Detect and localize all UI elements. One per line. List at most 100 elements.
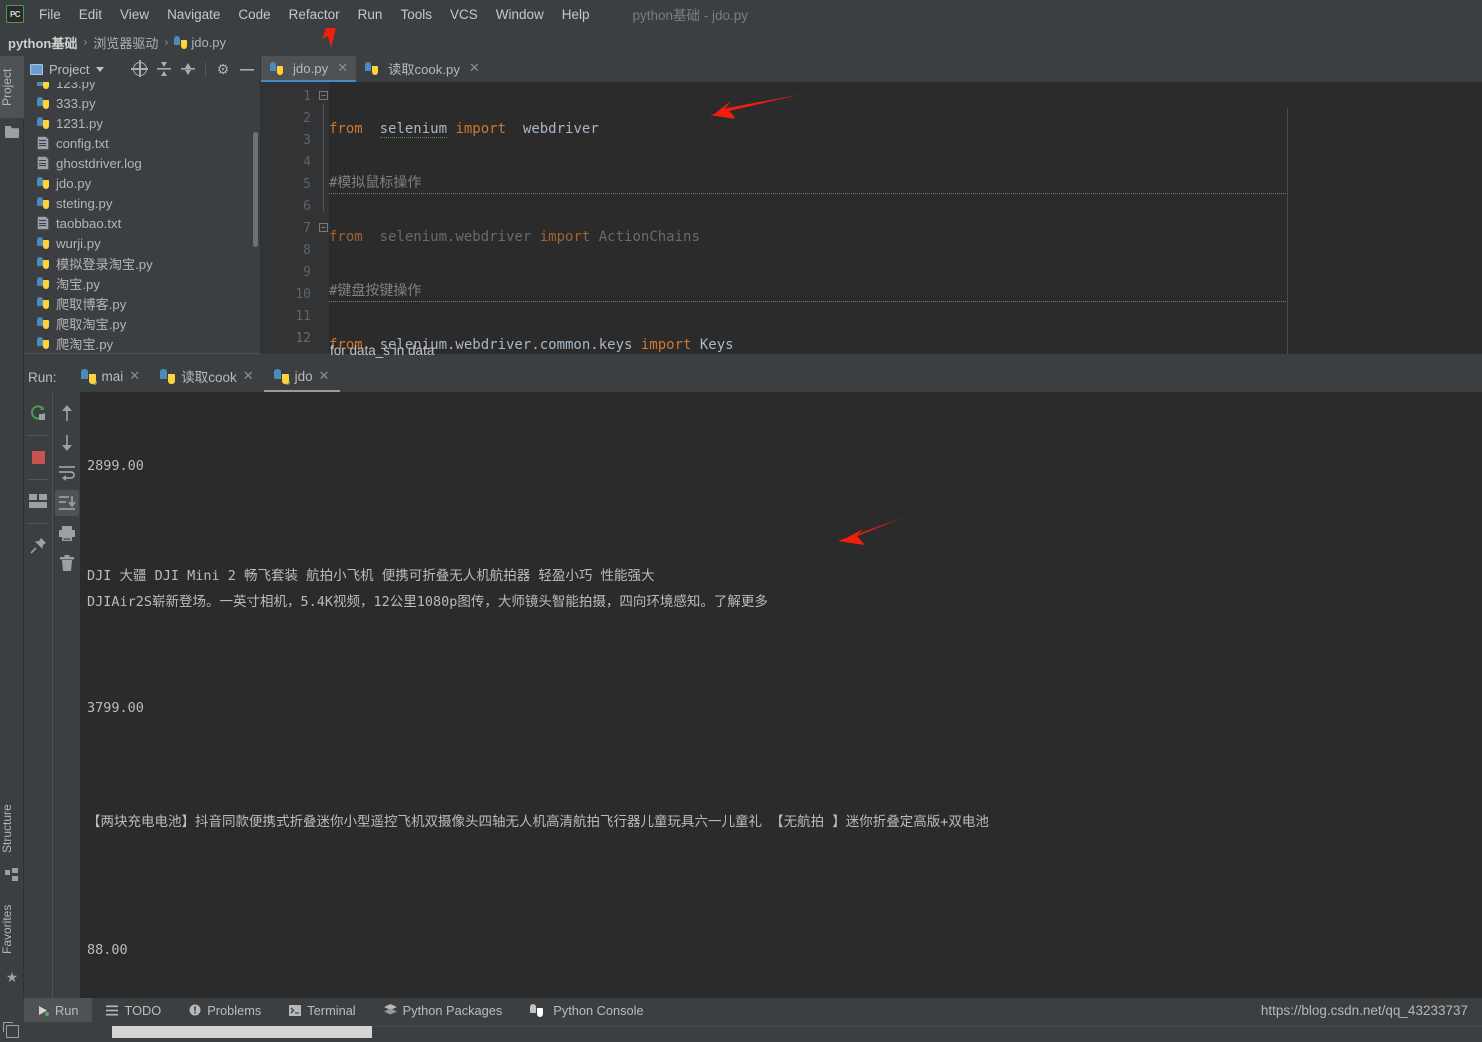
collapse-all-icon[interactable] <box>181 62 195 76</box>
soft-wrap-button[interactable] <box>55 460 79 486</box>
menu-file[interactable]: File <box>30 4 70 25</box>
tree-item-config[interactable]: config.txt <box>24 133 261 153</box>
breadcrumb-file-label: jdo.py <box>191 34 227 50</box>
stop-button[interactable] <box>26 444 50 470</box>
tree-item-label: config.txt <box>56 135 109 151</box>
tree-item-crawl-blog[interactable]: 爬取博客.py <box>24 293 261 313</box>
python-file-icon <box>36 316 50 330</box>
menu-window[interactable]: Window <box>487 4 553 25</box>
locate-icon[interactable] <box>131 60 148 77</box>
print-button[interactable] <box>55 520 79 546</box>
window-restore-icon[interactable] <box>3 1022 19 1038</box>
tree-item-1231[interactable]: 1231.py <box>24 113 261 133</box>
tree-item-wurji[interactable]: wurji.py <box>24 233 261 253</box>
tree-item-simulate-login-taobao[interactable]: 模拟登录淘宝.py <box>24 253 261 273</box>
tree-item-123[interactable]: 123.py <box>24 82 261 93</box>
run-tab-read-cook[interactable]: 读取cook ✕ <box>150 362 263 392</box>
scroll-to-end-button[interactable] <box>54 490 79 516</box>
project-panel-title: Project <box>49 61 90 77</box>
tree-item-333[interactable]: 333.py <box>24 93 261 113</box>
status-tab-terminal[interactable]: Terminal <box>275 998 369 1022</box>
menu-help[interactable]: Help <box>553 4 599 25</box>
editor-tab-bar: jdo.py ✕ 读取cook.py ✕ <box>261 56 1482 82</box>
status-tab-python-console[interactable]: Python Console <box>516 998 657 1022</box>
tree-item-steting[interactable]: steting.py <box>24 193 261 213</box>
trash-icon <box>59 554 74 571</box>
scroll-down-button[interactable] <box>55 430 79 456</box>
tree-item-crawl-taobao[interactable]: 爬取淘宝.py <box>24 313 261 333</box>
pin-button[interactable] <box>26 532 50 558</box>
status-tab-run[interactable]: Run <box>24 998 93 1022</box>
close-icon[interactable]: ✕ <box>337 60 348 76</box>
gear-icon[interactable]: ⚙ <box>216 62 230 76</box>
console-line: DJIAir2S崭新登场。一英寸相机，5.4K视频，12公里1080p图传，大师… <box>87 594 768 610</box>
status-tab-python-packages[interactable]: Python Packages <box>370 998 517 1022</box>
menu-edit[interactable]: Edit <box>70 4 111 25</box>
tab-read-cook-py[interactable]: 读取cook.py ✕ <box>356 56 488 82</box>
project-file-tree[interactable]: 123.py 333.py 1231.py config.txt ghostdr… <box>24 82 261 354</box>
tree-item-ghostdriver[interactable]: ghostdriver.log <box>24 153 261 173</box>
fold-marker-icon[interactable]: − <box>319 223 328 232</box>
sidebar-tab-project[interactable]: Project <box>0 56 24 118</box>
tree-scrollbar[interactable] <box>253 132 258 247</box>
run-tool-window: Run: mai ✕ 读取cook ✕ jdo ✕ 2899.00 DJI 大疆… <box>24 362 1482 998</box>
status-tab-label: TODO <box>124 1002 162 1018</box>
expand-all-icon[interactable] <box>157 62 171 76</box>
tree-item-jdo[interactable]: jdo.py <box>24 173 261 193</box>
warning-icon <box>189 1004 201 1016</box>
layout-icon <box>29 494 47 508</box>
tree-item-read-cook[interactable]: 读取cook.py <box>24 353 261 354</box>
menu-view[interactable]: View <box>111 4 158 25</box>
status-tab-todo[interactable]: TODO <box>92 998 175 1022</box>
menu-run[interactable]: Run <box>349 4 392 25</box>
tree-item-label: taobbao.txt <box>56 215 122 231</box>
tree-item-taobbao[interactable]: taobbao.txt <box>24 213 261 233</box>
run-console-output[interactable]: 2899.00 DJI 大疆 DJI Mini 2 畅飞套装 航拍小飞机 便携可… <box>80 392 1482 998</box>
line-number: 11 <box>295 309 311 324</box>
line-number: 5 <box>303 177 311 192</box>
close-icon[interactable]: ✕ <box>469 60 480 76</box>
tab-jdo-py[interactable]: jdo.py ✕ <box>261 56 357 82</box>
arrow-down-icon <box>61 435 72 451</box>
chevron-down-icon[interactable] <box>96 66 105 72</box>
breadcrumb-folder[interactable]: 浏览器驱动 <box>93 33 158 52</box>
menu-code[interactable]: Code <box>229 4 279 25</box>
terminal-icon <box>289 1004 302 1016</box>
run-tab-mai[interactable]: mai ✕ <box>71 362 151 392</box>
close-icon[interactable]: ✕ <box>129 368 140 384</box>
tree-item-taobao[interactable]: 淘宝.py <box>24 273 261 293</box>
run-tab-jdo[interactable]: jdo ✕ <box>263 362 340 392</box>
status-tab-problems[interactable]: Problems <box>175 998 275 1022</box>
scroll-up-button[interactable] <box>55 400 79 426</box>
tree-item-label: wurji.py <box>56 235 101 251</box>
tree-item-label: 读取cook.py <box>56 354 128 355</box>
run-controls-secondary <box>52 392 80 998</box>
python-file-icon <box>36 336 50 350</box>
line-number: 7 <box>303 221 311 236</box>
tree-item-label: 淘宝.py <box>56 276 100 292</box>
breadcrumb-file[interactable]: jdo.py <box>174 35 226 50</box>
menu-navigate[interactable]: Navigate <box>158 4 229 25</box>
code-editor[interactable]: 1 2 3 4 5 6 7 8 9 10 11 12 − − from sele… <box>261 82 1482 354</box>
layout-button[interactable] <box>26 488 50 514</box>
code-folding-column[interactable]: − − <box>319 82 329 354</box>
sidebar-tab-structure[interactable]: Structure <box>0 796 24 862</box>
clear-all-button[interactable] <box>55 550 79 576</box>
sidebar-tab-favorites[interactable]: Favorites <box>0 894 24 964</box>
editor-overlay-text: for data_s in data <box>330 343 435 358</box>
rerun-button[interactable] <box>26 400 50 426</box>
pycharm-logo-icon: PC <box>6 5 24 23</box>
fold-marker-icon[interactable]: − <box>319 91 328 100</box>
tree-item-pa-taobao[interactable]: 爬淘宝.py <box>24 333 261 353</box>
menu-tools[interactable]: Tools <box>391 4 441 25</box>
stop-icon <box>31 450 45 464</box>
editor-right-gutter <box>1287 108 1482 354</box>
breadcrumb-project[interactable]: python基础 <box>8 33 77 52</box>
hide-icon[interactable] <box>240 62 254 76</box>
status-tab-label: Problems <box>207 1002 262 1018</box>
close-icon[interactable]: ✕ <box>319 368 330 384</box>
menu-vcs[interactable]: VCS <box>441 4 487 25</box>
python-file-icon <box>174 35 188 49</box>
menu-refactor[interactable]: Refactor <box>280 4 349 25</box>
close-icon[interactable]: ✕ <box>243 368 254 384</box>
